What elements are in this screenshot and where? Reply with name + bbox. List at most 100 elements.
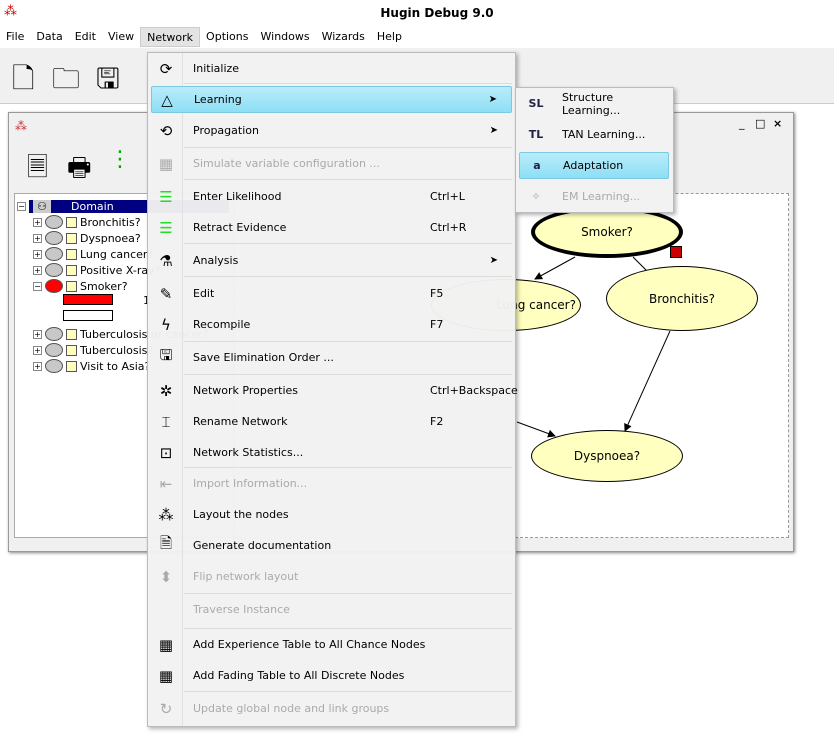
link-bronchitis-dyspnoea [624, 330, 671, 432]
menu-item-generate-documentation[interactable]: 🗎 Generate documentation [151, 532, 512, 559]
menu-view[interactable]: View [102, 27, 140, 47]
menu-separator [184, 341, 512, 342]
submenu-arrow-icon: ➤ [488, 94, 497, 105]
tree-item[interactable]: + Lung cancer? [33, 246, 153, 262]
menu-item-learning[interactable]: △ Learning ➤ [151, 86, 512, 113]
node-oval-icon [45, 231, 63, 245]
menu-separator [184, 147, 512, 148]
menu-item-recompile[interactable]: ϟ Recompile F7 [151, 311, 512, 338]
node-oval-icon [45, 359, 63, 373]
submenu-item-structure-learning[interactable]: SL Structure Learning... [519, 90, 669, 117]
lightning-icon: ϟ [161, 315, 171, 334]
node-square-icon [66, 232, 77, 244]
print-icon[interactable]: 🖶 [67, 149, 92, 193]
expand-icon[interactable]: + [33, 265, 42, 275]
close-button[interactable]: × [773, 117, 782, 130]
save-icon[interactable]: 🖫 [96, 58, 120, 106]
expand-icon[interactable]: + [33, 233, 42, 243]
tl-learning-icon: TL [528, 128, 544, 141]
menu-item-import-information: ⇤ Import Information... [151, 470, 512, 497]
menu-item-flip-network-layout: ⬍ Flip network layout [151, 563, 512, 590]
adaptation-icon: a [533, 159, 541, 172]
node-oval-icon [45, 215, 63, 229]
menu-item-rename-network[interactable]: ⌶ Rename Network F2 [151, 408, 512, 435]
expand-icon[interactable]: + [33, 217, 42, 227]
evidence-marker-icon [670, 246, 682, 258]
menu-item-edit[interactable]: ✎ Edit F5 [151, 280, 512, 307]
open-folder-icon[interactable]: 🗀 [52, 58, 80, 106]
microscope-icon: ⚗ [159, 251, 173, 270]
expand-icon[interactable]: + [33, 249, 42, 259]
collapse-icon[interactable]: − [33, 281, 42, 291]
tree-item[interactable]: + Tuberculosis? [33, 342, 153, 358]
likelihood-icon: ☰ [159, 187, 173, 206]
tree-expand-icon[interactable]: ⋮ [109, 147, 131, 172]
menu-item-layout-the-nodes[interactable]: ⁂ Layout the nodes [151, 501, 512, 528]
expand-icon[interactable]: + [33, 361, 42, 371]
submenu-item-em-learning: ✧ EM Learning... [519, 183, 669, 210]
menu-item-propagation[interactable]: ⟲ Propagation ➤ [151, 117, 512, 144]
node-square-icon [66, 280, 77, 292]
graph-node-bronchitis[interactable]: Bronchitis? [606, 266, 758, 331]
menu-item-network-statistics[interactable]: ⊡ Network Statistics... [151, 439, 512, 466]
node-oval-icon [45, 327, 63, 341]
submenu-item-tan-learning[interactable]: TL TAN Learning... [519, 121, 669, 148]
triangle-network-icon: △ [161, 90, 173, 109]
tree-item-label: Dyspnoea? [80, 231, 141, 245]
menu-network[interactable]: Network [140, 27, 201, 47]
expand-icon[interactable]: + [33, 329, 42, 339]
floppy-icon: 🖫 [159, 346, 173, 364]
menu-options[interactable]: Options [200, 27, 254, 47]
menu-item-initialize[interactable]: ⟳ Initialize [151, 55, 512, 82]
tree-item[interactable]: + Visit to Asia? [33, 358, 150, 374]
node-square-icon [66, 344, 77, 356]
tree-item[interactable]: + Positive X-ray? [33, 262, 160, 278]
graph-node-smoker[interactable]: Smoker? [531, 206, 683, 258]
minimize-button[interactable]: _ [739, 117, 745, 130]
menu-item-enter-likelihood[interactable]: ☰ Enter Likelihood Ctrl+L [151, 183, 512, 210]
collapse-icon[interactable]: − [17, 201, 26, 211]
expand-icon[interactable]: + [33, 345, 42, 355]
menu-separator [184, 593, 512, 594]
tree-item-label: Tuberculosis? [80, 343, 154, 357]
menu-item-retract-evidence[interactable]: ☰ Retract Evidence Ctrl+R [151, 214, 512, 241]
menu-windows[interactable]: Windows [255, 27, 316, 47]
edit-icon: ✎ [159, 284, 173, 303]
menu-item-network-properties[interactable]: ✲ Network Properties Ctrl+Backspace [151, 377, 518, 404]
link-smoker-lung [534, 256, 576, 280]
menu-item-simulate-variable-configuration: ▦ Simulate variable configuration ... [151, 150, 512, 177]
node-square-icon [66, 264, 77, 276]
menu-item-traverse-instance: Traverse Instance [193, 603, 290, 616]
menu-file[interactable]: File [0, 27, 30, 47]
maximize-button[interactable]: □ [755, 117, 765, 130]
menu-separator [184, 83, 512, 84]
tree-item[interactable]: − Smoker? [33, 278, 128, 294]
shortcut: F7 [430, 318, 444, 331]
menu-edit[interactable]: Edit [69, 27, 102, 47]
graph-node-dyspnoea[interactable]: Dyspnoea? [531, 430, 683, 482]
new-file-icon[interactable]: 🗋 [12, 58, 35, 106]
table-icon: ▦ [158, 635, 174, 654]
title-bar: ⁂ Hugin Debug 9.0 [0, 0, 834, 26]
menu-separator [184, 467, 512, 468]
menu-wizards[interactable]: Wizards [316, 27, 371, 47]
link-tb-dyspnoea [516, 421, 556, 438]
menu-item-add-fading-table-to-all-discrete-nodes[interactable]: ▦ Add Fading Table to All Discrete Nodes [151, 662, 512, 689]
menu-item-save-elimination-order[interactable]: 🖫 Save Elimination Order ... [151, 344, 512, 371]
menu-item-add-experience-table-to-all-chance-nodes[interactable]: ▦ Add Experience Table to All Chance Node… [151, 631, 512, 658]
table-icon: ▦ [158, 666, 174, 685]
menu-bar: File Data Edit View Network Options Wind… [0, 26, 834, 48]
node-oval-icon [45, 263, 63, 277]
layout-icon: ⁂ [158, 505, 174, 524]
menu-item-analysis[interactable]: ⚗ Analysis ➤ [151, 247, 512, 274]
node-oval-icon [45, 279, 63, 293]
menu-item-update-global-node-and-link-groups: ↻ Update global node and link groups [151, 695, 512, 722]
menu-separator [184, 628, 512, 629]
menu-help[interactable]: Help [371, 27, 408, 47]
tree-item[interactable]: + Bronchitis? [33, 214, 141, 230]
rename-icon: ⌶ [161, 412, 171, 431]
tree-item[interactable]: + Dyspnoea? [33, 230, 141, 246]
view-list-icon[interactable]: 🗏 [27, 149, 48, 193]
submenu-item-adaptation[interactable]: a Adaptation [519, 152, 669, 179]
menu-data[interactable]: Data [30, 27, 68, 47]
